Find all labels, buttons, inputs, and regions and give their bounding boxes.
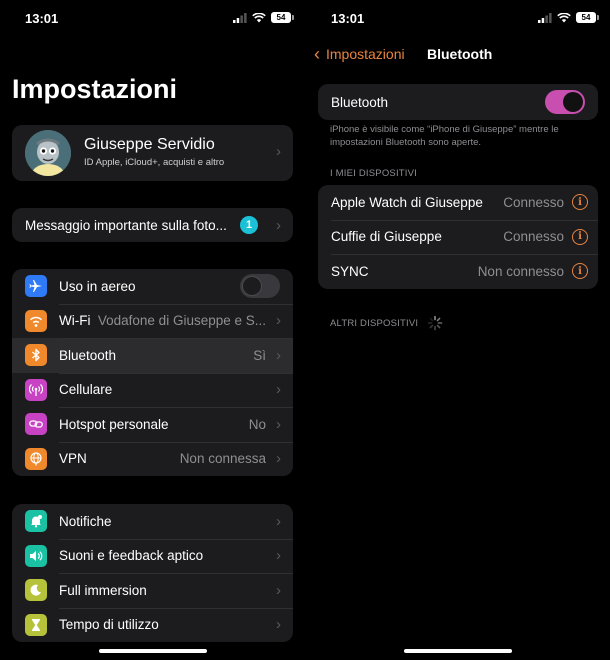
notifications-group: Notifiche › Suoni e feedback aptico › Fu… [12, 504, 293, 642]
hourglass-icon [25, 613, 47, 636]
chevron-right-icon: › [276, 381, 281, 399]
profile-subtitle: ID Apple, iCloud+, acquisti e altro [84, 157, 225, 168]
device-row[interactable]: Apple Watch di Giuseppe Connesso i [318, 185, 598, 220]
airplane-label: Uso in aereo [59, 278, 136, 294]
chevron-right-icon: › [276, 143, 281, 160]
home-indicator[interactable] [404, 649, 512, 653]
profile-name: Giuseppe Servidio [84, 136, 215, 153]
chevron-right-icon: › [276, 616, 281, 634]
settings-row-hotspot[interactable]: Hotspot personale No › [12, 407, 293, 442]
bluetooth-icon [25, 344, 47, 367]
chevron-right-icon: › [276, 346, 281, 364]
bluetooth-toggle[interactable] [545, 90, 585, 114]
chevron-right-icon: › [276, 512, 281, 530]
device-status: Non connesso [477, 263, 564, 279]
hotspot-icon [25, 413, 47, 436]
notification-badge: 1 [240, 216, 258, 234]
settings-row-sounds[interactable]: Suoni e feedback aptico › [12, 538, 293, 574]
screen-time-label: Tempo di utilizzo [59, 617, 159, 633]
bluetooth-label: Bluetooth [59, 347, 117, 363]
wifi-label: Wi-Fi [59, 313, 91, 329]
cellular-signal-icon [538, 12, 552, 23]
back-label: Impostazioni [326, 46, 405, 62]
info-icon[interactable]: i [572, 263, 588, 280]
settings-row-vpn[interactable]: VPN Non connessa › [12, 441, 293, 477]
my-devices-list: Apple Watch di Giuseppe Connesso i Cuffi… [318, 185, 598, 289]
important-message-row[interactable]: Messaggio importante sulla foto... 1 › [12, 208, 293, 242]
avatar [25, 130, 71, 176]
other-devices-header: ALTRI DISPOSITIVI [330, 318, 419, 329]
hotspot-value: No [248, 416, 266, 432]
device-row[interactable]: SYNC Non connesso i [318, 254, 598, 289]
hotspot-label: Hotspot personale [59, 416, 169, 432]
wifi-status-icon [557, 12, 571, 22]
airplane-icon [25, 275, 47, 298]
wifi-icon [25, 309, 47, 332]
visibility-note: iPhone è visibile come “iPhone di Giusep… [330, 124, 559, 148]
settings-row-notifications[interactable]: Notifiche › [12, 504, 293, 539]
globe-icon [25, 447, 47, 470]
apple-id-profile[interactable]: Giuseppe Servidio ID Apple, iCloud+, acq… [12, 125, 293, 181]
bluetooth-toggle-label: Bluetooth [331, 94, 389, 110]
antenna-icon [25, 378, 47, 401]
notice-label: Messaggio importante sulla foto... [25, 217, 227, 233]
bluetooth-toggle-row: Bluetooth [318, 84, 598, 120]
bell-icon [25, 510, 47, 533]
status-time: 13:01 [25, 11, 59, 26]
wifi-value: Vodafone di Giuseppe e S... [97, 313, 266, 329]
sounds-label: Suoni e feedback aptico [59, 548, 204, 564]
settings-row-cellular[interactable]: Cellulare › [12, 372, 293, 408]
nav-title: Bluetooth [427, 46, 493, 62]
device-status: Connesso [503, 194, 564, 210]
settings-row-airplane[interactable]: Uso in aereo [12, 269, 293, 304]
chevron-left-icon: ‹ [314, 44, 320, 64]
status-bar: 13:01 54 [0, 10, 305, 28]
home-indicator[interactable] [99, 649, 207, 653]
loading-spinner-icon [427, 315, 443, 331]
cellular-signal-icon [233, 12, 247, 23]
moon-icon [25, 579, 47, 602]
chevron-right-icon: › [276, 547, 281, 565]
settings-row-bluetooth[interactable]: Bluetooth Sì › [12, 338, 293, 373]
settings-screen: 13:01 54 Impostazioni Giuseppe Servidio … [0, 0, 305, 660]
vpn-value: Non connessa [179, 451, 266, 467]
chevron-right-icon: › [276, 312, 281, 330]
bluetooth-screen: 13:01 54 ‹ Impostazioni Bluetooth Blueto… [305, 0, 610, 660]
airplane-mode-toggle[interactable] [240, 274, 280, 299]
connectivity-group: Uso in aereo Wi-Fi Vodafone di Giuseppe … [12, 269, 293, 476]
cellular-label: Cellulare [59, 382, 113, 398]
chevron-right-icon: › [276, 415, 281, 433]
status-time: 13:01 [331, 11, 365, 26]
wifi-status-icon [252, 12, 266, 22]
page-title: Impostazioni [12, 74, 178, 104]
notifications-label: Notifiche [59, 513, 112, 529]
focus-label: Full immersion [59, 582, 147, 598]
back-button[interactable]: ‹ Impostazioni [314, 45, 405, 63]
settings-row-screen-time[interactable]: Tempo di utilizzo › [12, 607, 293, 643]
chevron-right-icon: › [276, 581, 281, 599]
speaker-icon [25, 544, 47, 567]
vpn-label: VPN [59, 451, 87, 467]
battery-icon: 54 [576, 12, 599, 23]
device-name: Cuffie di Giuseppe [331, 229, 442, 245]
my-devices-header: I MIEI DISPOSITIVI [330, 168, 418, 179]
info-icon[interactable]: i [572, 194, 588, 211]
device-name: Apple Watch di Giuseppe [331, 194, 483, 210]
chevron-right-icon: › [276, 216, 281, 234]
settings-row-wifi[interactable]: Wi-Fi Vodafone di Giuseppe e S... › [12, 303, 293, 339]
settings-row-focus[interactable]: Full immersion › [12, 573, 293, 608]
chevron-right-icon: › [276, 450, 281, 468]
bluetooth-value: Sì [253, 347, 266, 363]
device-row[interactable]: Cuffie di Giuseppe Connesso i [318, 219, 598, 255]
device-status: Connesso [503, 229, 564, 245]
battery-icon: 54 [271, 12, 294, 23]
device-name: SYNC [331, 263, 369, 279]
info-icon[interactable]: i [572, 228, 588, 245]
status-bar: 13:01 54 [305, 10, 610, 28]
